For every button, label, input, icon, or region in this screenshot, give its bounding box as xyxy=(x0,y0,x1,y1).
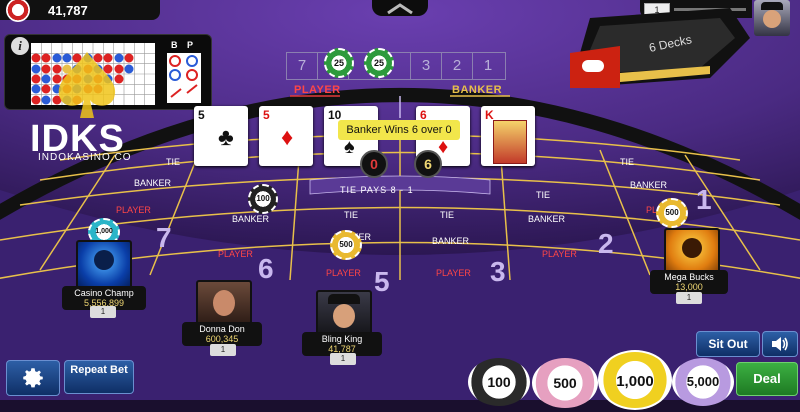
tray-chip-1000[interactable]: 1,000 xyxy=(598,350,672,410)
seat-tag: 1 xyxy=(210,344,236,356)
player-avatar-casino-champ[interactable] xyxy=(76,240,132,292)
round-counter-row: 7 3 2 1 xyxy=(286,52,506,80)
tie-label: TIE xyxy=(620,157,635,167)
player-score: 0 xyxy=(360,150,388,178)
chip-25: 25 xyxy=(364,48,394,78)
gear-icon xyxy=(23,368,43,388)
face-icon xyxy=(333,304,355,328)
banker-label: BANKER xyxy=(232,214,270,224)
round-cell: 1 xyxy=(483,57,493,74)
chip-icon xyxy=(6,0,30,22)
club-icon: ♣ xyxy=(218,124,234,151)
diamond-icon: ♦ xyxy=(281,124,294,151)
round-cell: 2 xyxy=(442,53,473,79)
bet-chip-100[interactable]: 100 xyxy=(248,184,278,214)
sound-button[interactable] xyxy=(762,331,798,357)
hat-icon xyxy=(761,2,783,10)
repeat-bet-button[interactable]: Repeat Bet xyxy=(64,360,134,394)
tie-label: TIE xyxy=(536,190,551,200)
banker-score: 6 xyxy=(414,150,442,178)
tray-chip-100[interactable]: 100 xyxy=(468,358,530,406)
round-cell: 3 xyxy=(411,53,442,79)
seat-tag: 1 xyxy=(330,353,356,365)
player-card-2: 5 ♦ xyxy=(259,106,313,166)
banker-label: BANKER xyxy=(630,180,668,190)
seat-number-2: 2 xyxy=(598,228,614,259)
deal-button[interactable]: Deal xyxy=(736,362,798,396)
player-label: PLAYER xyxy=(436,268,471,278)
player-name: Casino Champ xyxy=(74,288,134,298)
player-avatar-donna-don[interactable] xyxy=(196,280,252,328)
tie-label: TIE xyxy=(344,210,359,220)
tie-label: TIE xyxy=(440,210,455,220)
seat-tag: 1 xyxy=(90,306,116,318)
player-cash: 600,345 xyxy=(205,334,239,344)
chip-25: 25 xyxy=(324,48,354,78)
player-avatar-mega-bucks[interactable] xyxy=(664,228,720,276)
balance-amount: 41,787 xyxy=(48,3,88,18)
player-name: Donna Don xyxy=(199,324,245,334)
brand-subtitle: INDOKASINO.CO xyxy=(38,152,132,163)
result-banner: Banker Wins 6 over 0 xyxy=(338,120,460,140)
silhouette-icon xyxy=(682,238,702,258)
king-face-icon xyxy=(493,120,527,164)
player-avatar-bling-king[interactable] xyxy=(316,290,372,338)
banker-side-label: BANKER xyxy=(452,84,503,96)
info-button[interactable]: i xyxy=(11,37,29,55)
seat-number-6: 6 xyxy=(258,253,274,284)
player-column-label: P xyxy=(187,40,194,50)
player-side-label: PLAYER xyxy=(294,84,341,96)
player-label: PLAYER xyxy=(326,268,361,278)
banker-card-2: K xyxy=(481,106,535,166)
balance-bar: 41,787 xyxy=(0,0,160,22)
player-label: PLAYER xyxy=(218,249,253,259)
chevron-up-icon xyxy=(387,3,413,15)
player-plate-mega-bucks: Mega Bucks 13,000 xyxy=(650,270,728,294)
tie-pays-label: TIE PAYS 8 - 1 xyxy=(340,185,414,195)
face-icon xyxy=(213,290,235,316)
banker-label: BANKER xyxy=(432,236,470,246)
hat-icon xyxy=(328,294,360,304)
face-icon xyxy=(763,10,781,28)
seat-number-7: 7 xyxy=(156,222,172,253)
bp-road xyxy=(167,53,201,103)
tray-chip-5000[interactable]: 5,000 xyxy=(672,358,734,406)
collapse-menu-button[interactable] xyxy=(372,0,428,16)
tie-label: TIE xyxy=(166,157,181,167)
spade-logo-icon xyxy=(58,52,116,118)
player-label: PLAYER xyxy=(542,249,577,259)
player-card-1: 5 ♣ xyxy=(194,106,248,166)
banker-column-label: B xyxy=(171,40,178,50)
card-rank: 5 xyxy=(198,108,205,122)
card-rank: 5 xyxy=(263,108,270,122)
seat-tag: 1 xyxy=(676,292,702,304)
banker-label: BANKER xyxy=(134,178,172,188)
banker-label: BANKER xyxy=(528,214,566,224)
player-label: PLAYER xyxy=(116,205,151,215)
bet-chip-500[interactable]: 500 xyxy=(656,198,688,228)
settings-button[interactable] xyxy=(6,360,60,396)
player-cash: 13,000 xyxy=(675,282,703,292)
silhouette-icon xyxy=(94,250,114,270)
seat-number-3: 3 xyxy=(490,256,506,287)
card-shoe: 6 Decks xyxy=(570,8,750,88)
bp-road-grid xyxy=(169,55,198,98)
speaker-icon xyxy=(772,337,788,351)
dealer-avatar[interactable] xyxy=(754,0,790,36)
tray-chip-500[interactable]: 500 xyxy=(532,358,598,408)
player-name: Mega Bucks xyxy=(664,272,714,282)
sit-out-button[interactable]: Sit Out xyxy=(696,331,760,357)
seat-number-1: 1 xyxy=(696,184,712,215)
player-name: Bling King xyxy=(321,334,363,344)
round-cell: 7 xyxy=(287,53,318,79)
seat-number-5: 5 xyxy=(374,266,390,297)
player-plate-donna-don: Donna Don 600,345 xyxy=(182,322,262,346)
bet-chip-500[interactable]: 500 xyxy=(330,230,362,260)
